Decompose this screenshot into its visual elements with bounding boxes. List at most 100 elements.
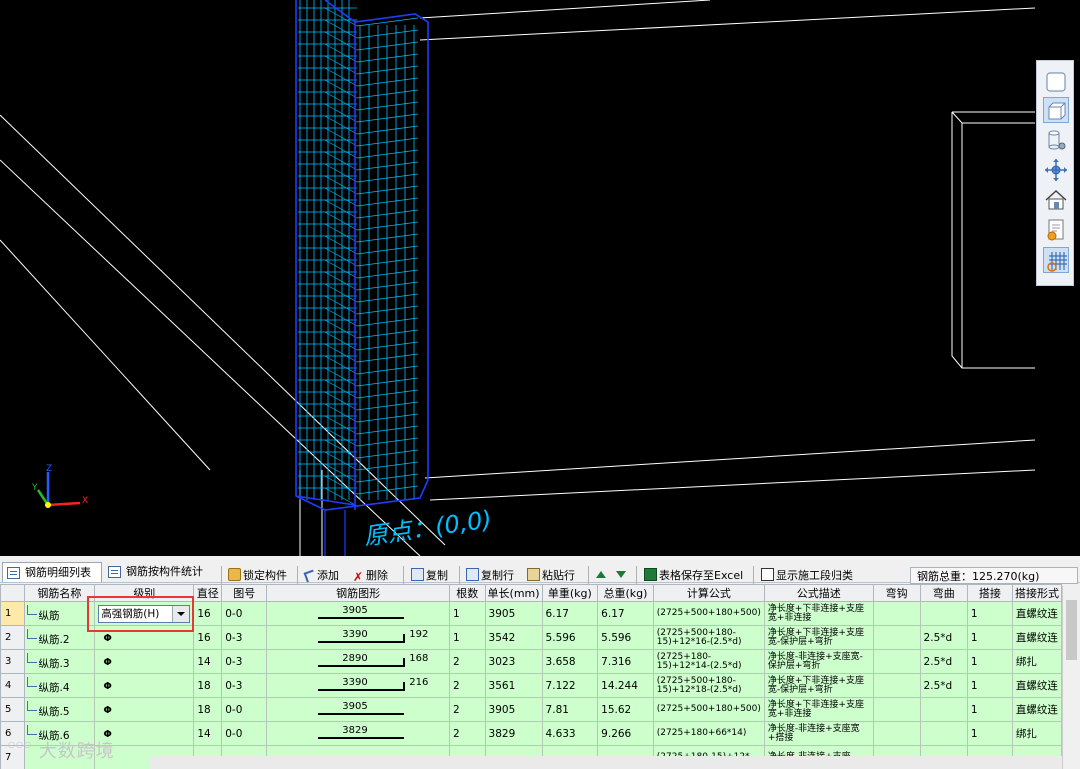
- rebar-name-cell[interactable]: 纵筋.3: [23, 649, 96, 674]
- rebar-shape-cell[interactable]: 3390 216: [266, 673, 450, 698]
- count-cell[interactable]: 2: [449, 649, 486, 674]
- formula-description-cell[interactable]: 净长度+下非连接+支座宽-保护层+弯折: [763, 673, 874, 698]
- column-header[interactable]: 根数: [449, 584, 486, 602]
- formula-cell[interactable]: (2725+500+180-15)+12*18-(2.5*d): [652, 673, 765, 698]
- column-header[interactable]: 钢筋名称: [23, 584, 96, 602]
- hook-cell[interactable]: [872, 673, 921, 698]
- rebar-name-cell[interactable]: 纵筋.4: [23, 673, 96, 698]
- add-button[interactable]: 添加: [303, 567, 339, 585]
- figure-number-cell[interactable]: 0-0: [221, 601, 268, 626]
- formula-cell[interactable]: (2725+500+180+500): [652, 697, 765, 722]
- formula-description-cell[interactable]: 净长度+下非连接+支座宽+非连接: [763, 601, 874, 626]
- unit-weight-cell[interactable]: 6.17: [541, 601, 599, 626]
- vertical-scrollbar[interactable]: [1062, 586, 1080, 769]
- lap-type-cell[interactable]: 绑扎: [1011, 649, 1062, 674]
- unit-weight-cell[interactable]: 7.81: [541, 697, 599, 722]
- 3d-viewport[interactable]: 原点：(0,0) X Z Y: [0, 0, 1080, 556]
- box-3d-icon[interactable]: [1043, 97, 1069, 123]
- diameter-cell[interactable]: 14: [193, 721, 223, 746]
- rebar-shape-cell[interactable]: 3829: [266, 721, 450, 746]
- table-row[interactable]: 4 纵筋.4 Φ 18 0-3 3390 216 2 3561 7.122 14.244 (2725+…: [0, 673, 1062, 698]
- table-row[interactable]: 5 纵筋.5 Φ 18 0-0 3905 2 3905 7.81 15.62 (2725+500+1…: [0, 697, 1062, 722]
- grade-cell[interactable]: Φ: [94, 649, 195, 674]
- grade-cell[interactable]: Φ: [94, 673, 195, 698]
- bend-cell[interactable]: 2.5*d: [919, 673, 968, 698]
- rebar-shape-cell[interactable]: 3390 192: [266, 625, 450, 650]
- hook-cell[interactable]: [872, 625, 921, 650]
- report-icon[interactable]: [1043, 217, 1069, 243]
- formula-cell[interactable]: (2725+180-15)+12*14-(2.5*d): [652, 649, 765, 674]
- bend-cell[interactable]: [919, 601, 968, 626]
- copy-row-button[interactable]: 复制行: [466, 567, 514, 585]
- total-weight-cell[interactable]: 15.62: [597, 697, 654, 722]
- formula-cell[interactable]: (2725+500+180-15)+12*16-(2.5*d): [652, 625, 765, 650]
- lap-cell[interactable]: 1: [966, 625, 1013, 650]
- row-number[interactable]: 4: [0, 673, 25, 698]
- count-cell[interactable]: 1: [449, 601, 486, 626]
- total-weight-cell[interactable]: 9.266: [597, 721, 654, 746]
- lock-member-button[interactable]: 锁定构件: [228, 567, 287, 585]
- figure-number-cell[interactable]: 0-3: [221, 625, 268, 650]
- unit-weight-cell[interactable]: 5.596: [541, 625, 599, 650]
- column-header[interactable]: 搭接: [966, 584, 1013, 602]
- cylinder-icon[interactable]: [1043, 127, 1069, 153]
- column-header[interactable]: 弯曲: [919, 584, 968, 602]
- diameter-cell[interactable]: 14: [193, 649, 223, 674]
- unit-length-cell[interactable]: 3023: [484, 649, 543, 674]
- rebar-name-cell[interactable]: 纵筋.2: [23, 625, 96, 650]
- unit-weight-cell[interactable]: 7.122: [541, 673, 599, 698]
- column-header[interactable]: 图号: [221, 584, 268, 602]
- row-number[interactable]: 3: [0, 649, 25, 674]
- rebar-shape-cell[interactable]: 2890 168: [266, 649, 450, 674]
- save-to-excel-button[interactable]: 表格保存至Excel: [644, 567, 743, 585]
- unit-length-cell[interactable]: 3905: [484, 601, 543, 626]
- total-weight-cell[interactable]: 6.17: [597, 601, 654, 626]
- row-number[interactable]: 2: [0, 625, 25, 650]
- paste-row-button[interactable]: 粘贴行: [527, 567, 575, 585]
- diameter-cell[interactable]: 16: [193, 601, 223, 626]
- figure-number-cell[interactable]: 0-0: [221, 697, 268, 722]
- formula-cell[interactable]: (2725+500+180+500): [652, 601, 765, 626]
- unit-weight-cell[interactable]: 4.633: [541, 721, 599, 746]
- lap-cell[interactable]: 1: [966, 673, 1013, 698]
- lap-type-cell[interactable]: 直螺纹连: [1011, 601, 1062, 626]
- bend-cell[interactable]: 2.5*d: [919, 649, 968, 674]
- hook-cell[interactable]: [872, 697, 921, 722]
- count-cell[interactable]: 2: [449, 697, 486, 722]
- tab-rebar-by-member[interactable]: 钢筋按构件统计: [104, 562, 214, 582]
- delete-button[interactable]: ✗ 删除: [353, 567, 388, 585]
- lap-type-cell[interactable]: 绑扎: [1011, 721, 1062, 746]
- bend-cell[interactable]: 2.5*d: [919, 625, 968, 650]
- unit-length-cell[interactable]: 3829: [484, 721, 543, 746]
- rebar-view-icon[interactable]: [1043, 247, 1069, 273]
- rebar-name-cell[interactable]: 纵筋: [23, 601, 96, 626]
- orbit-icon[interactable]: [1043, 157, 1069, 183]
- column-header[interactable]: 公式描述: [763, 584, 874, 602]
- move-up-button[interactable]: [596, 567, 606, 585]
- lap-cell[interactable]: 1: [966, 601, 1013, 626]
- figure-number-cell[interactable]: 0-3: [221, 649, 268, 674]
- diameter-cell[interactable]: 18: [193, 697, 223, 722]
- unit-weight-cell[interactable]: 3.658: [541, 649, 599, 674]
- tab-rebar-detail[interactable]: 钢筋明细列表: [2, 562, 102, 582]
- diameter-cell[interactable]: 16: [193, 625, 223, 650]
- formula-description-cell[interactable]: 净长度-非连接+支座宽+搭接: [763, 721, 874, 746]
- unit-length-cell[interactable]: 3905: [484, 697, 543, 722]
- bend-cell[interactable]: [919, 721, 968, 746]
- count-cell[interactable]: 2: [449, 673, 486, 698]
- hook-cell[interactable]: [872, 601, 921, 626]
- grade-cell[interactable]: Φ: [94, 697, 195, 722]
- box-outline-icon[interactable]: [1043, 69, 1069, 95]
- formula-cell[interactable]: (2725+180+66*14): [652, 721, 765, 746]
- house-icon[interactable]: [1043, 187, 1069, 213]
- lap-cell[interactable]: 1: [966, 649, 1013, 674]
- count-cell[interactable]: 2: [449, 721, 486, 746]
- diameter-cell[interactable]: 18: [193, 673, 223, 698]
- count-cell[interactable]: 1: [449, 625, 486, 650]
- column-header[interactable]: 钢筋图形: [266, 584, 450, 602]
- table-row[interactable]: 3 纵筋.3 Φ 14 0-3 2890 168 2 3023 3.658 7.316 (2725+1…: [0, 649, 1062, 674]
- column-header[interactable]: 单长(mm): [484, 584, 543, 602]
- rebar-name-cell[interactable]: 纵筋.5: [23, 697, 96, 722]
- total-weight-cell[interactable]: 5.596: [597, 625, 654, 650]
- table-row[interactable]: 6 纵筋.6 Φ 14 0-0 3829 2 3829 4.633 9.266 (2725+180+…: [0, 721, 1062, 746]
